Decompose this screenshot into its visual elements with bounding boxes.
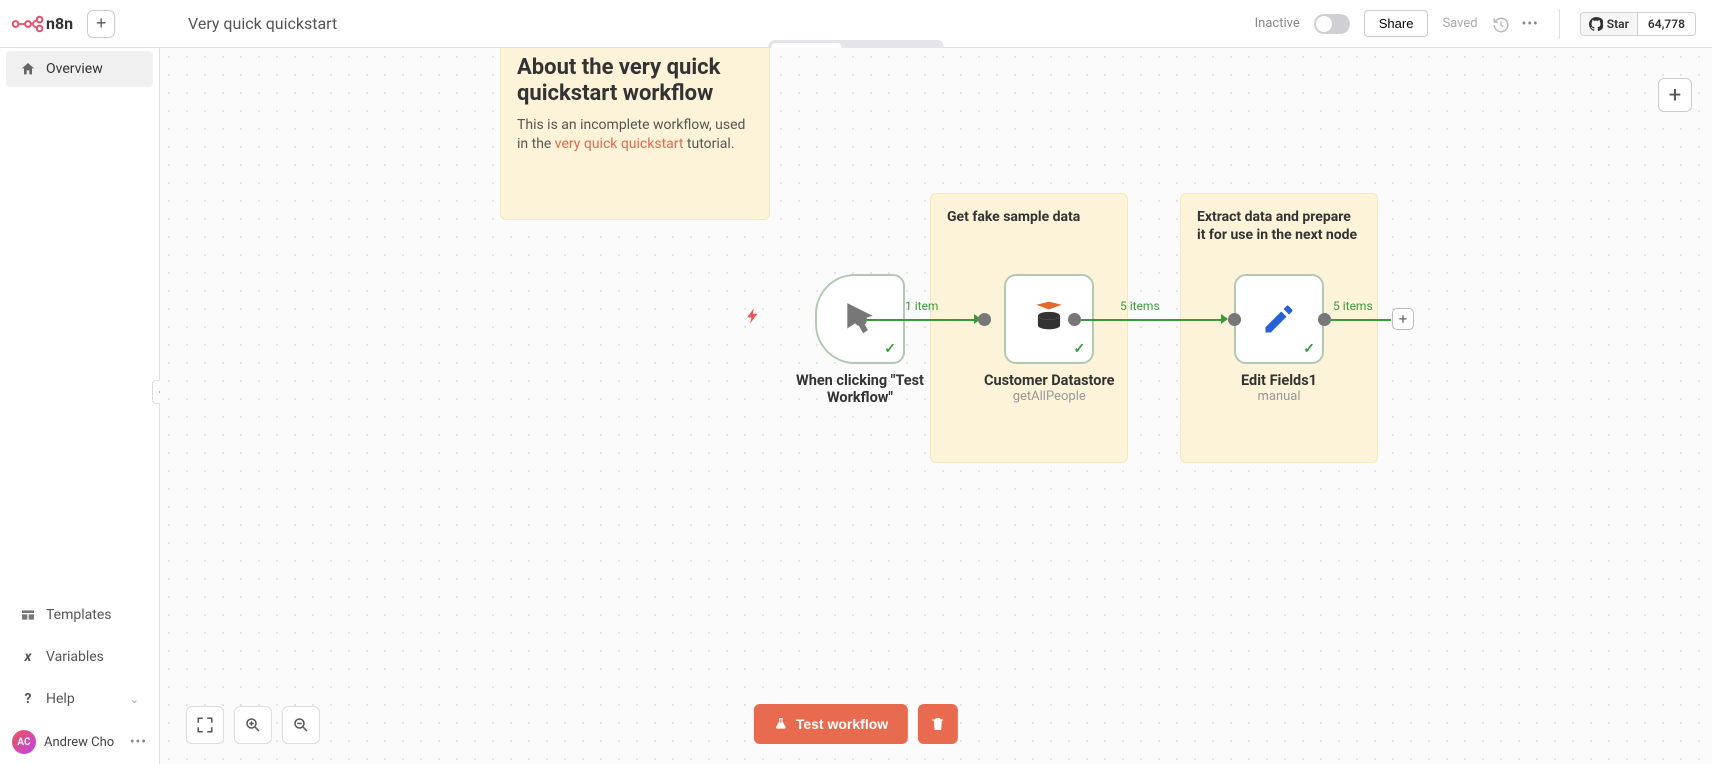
output-port[interactable] [1068,313,1081,326]
flask-icon [774,716,788,732]
sticky-title: Extract data and prepare it for use in t… [1197,208,1361,244]
share-button[interactable]: Share [1364,10,1429,37]
logo-text: n8n [46,14,73,33]
sidebar-item-label: Variables [46,649,104,665]
delete-button[interactable] [918,704,958,744]
fit-view-button[interactable] [186,706,224,744]
connection-line[interactable] [1081,319,1224,321]
saved-status: Saved [1442,16,1477,31]
chevron-down-icon: ⌄ [130,693,139,706]
node-sublabel: getAllPeople [1013,389,1086,404]
zoom-out-button[interactable] [282,706,320,744]
node-label: Edit Fields1 [1241,372,1317,389]
sticky-body: This is an incomplete workflow, used in … [517,116,753,155]
sidebar-item-variables[interactable]: x Variables [6,639,153,675]
node-sublabel: manual [1257,389,1300,404]
node-label: When clicking "Test Workflow" [770,372,950,406]
test-workflow-button[interactable]: Test workflow [754,704,908,744]
user-more-icon[interactable]: ••• [130,734,147,750]
active-status-label: Inactive [1255,16,1300,31]
pencil-icon [1261,301,1297,337]
zoom-controls [186,706,320,744]
node-manual-trigger[interactable]: ✓ When clicking "Test Workflow" [770,274,950,406]
connection-line[interactable] [1331,319,1391,321]
sidebar-user[interactable]: AC Andrew Cho ••• [0,720,159,764]
header-right: Inactive Share Saved ••• Star 64,778 [1255,9,1704,39]
success-check-icon: ✓ [884,341,896,357]
user-avatar: AC [12,730,36,754]
datastore-icon [1030,300,1068,338]
connection-arrow-icon [1221,314,1228,324]
github-star-button[interactable]: Star 64,778 [1580,12,1696,36]
test-workflow-label: Test workflow [796,716,888,732]
templates-icon [20,607,36,623]
sticky-title: Get fake sample data [947,208,1111,226]
sidebar-item-label: Overview [46,61,103,77]
github-star-label: Star [1607,17,1629,31]
n8n-logo-icon [12,15,40,33]
add-node-button[interactable]: + [1392,308,1414,330]
sticky-title: About the very quick quickstart workflow [517,55,753,108]
user-name: Andrew Cho [44,735,122,750]
workflow-title[interactable]: Very quick quickstart [188,14,337,33]
logo-group: n8n + [8,10,158,38]
trigger-bolt-icon [744,304,762,328]
input-port[interactable] [978,313,991,326]
new-workflow-button[interactable]: + [87,10,115,38]
home-icon [20,61,36,77]
node-edit-fields[interactable]: ✓ Edit Fields1 manual [1234,274,1324,404]
trash-icon [930,715,946,733]
history-icon[interactable] [1492,16,1508,32]
connection-line[interactable] [867,319,977,321]
sidebar-item-label: Templates [46,607,112,623]
sidebar-item-templates[interactable]: Templates [6,597,153,633]
node-label: Customer Datastore [984,372,1114,389]
success-check-icon: ✓ [1074,341,1086,357]
output-port[interactable] [1318,313,1331,326]
node-customer-datastore[interactable]: ✓ Customer Datastore getAllPeople [984,274,1114,404]
connection-items-label: 1 item [905,299,938,313]
connection-items-label: 5 items [1333,299,1373,313]
more-options-icon[interactable]: ••• [1522,16,1539,32]
divider [1559,9,1560,39]
sidebar: Overview Templates x Variables ? Help ⌄ … [0,48,160,764]
sidebar-item-overview[interactable]: Overview [6,51,153,87]
help-icon: ? [20,691,36,707]
input-port[interactable] [1228,313,1241,326]
workflow-canvas[interactable]: + About the very quick quickstart workfl… [160,48,1712,764]
github-star-count: 64,778 [1638,13,1695,35]
zoom-in-button[interactable] [234,706,272,744]
sidebar-item-label: Help [46,691,75,707]
connection-items-label: 5 items [1120,299,1160,313]
sidebar-item-help[interactable]: ? Help ⌄ [6,681,153,717]
output-port[interactable] [854,313,867,326]
variables-icon: x [20,649,36,665]
open-node-panel-button[interactable]: + [1658,78,1692,112]
bottom-actions: Test workflow [754,704,958,744]
success-check-icon: ✓ [1303,341,1315,357]
sticky-note-about[interactable]: About the very quick quickstart workflow… [500,48,770,220]
active-toggle[interactable] [1314,14,1350,34]
quickstart-link[interactable]: very quick quickstart [555,136,684,152]
